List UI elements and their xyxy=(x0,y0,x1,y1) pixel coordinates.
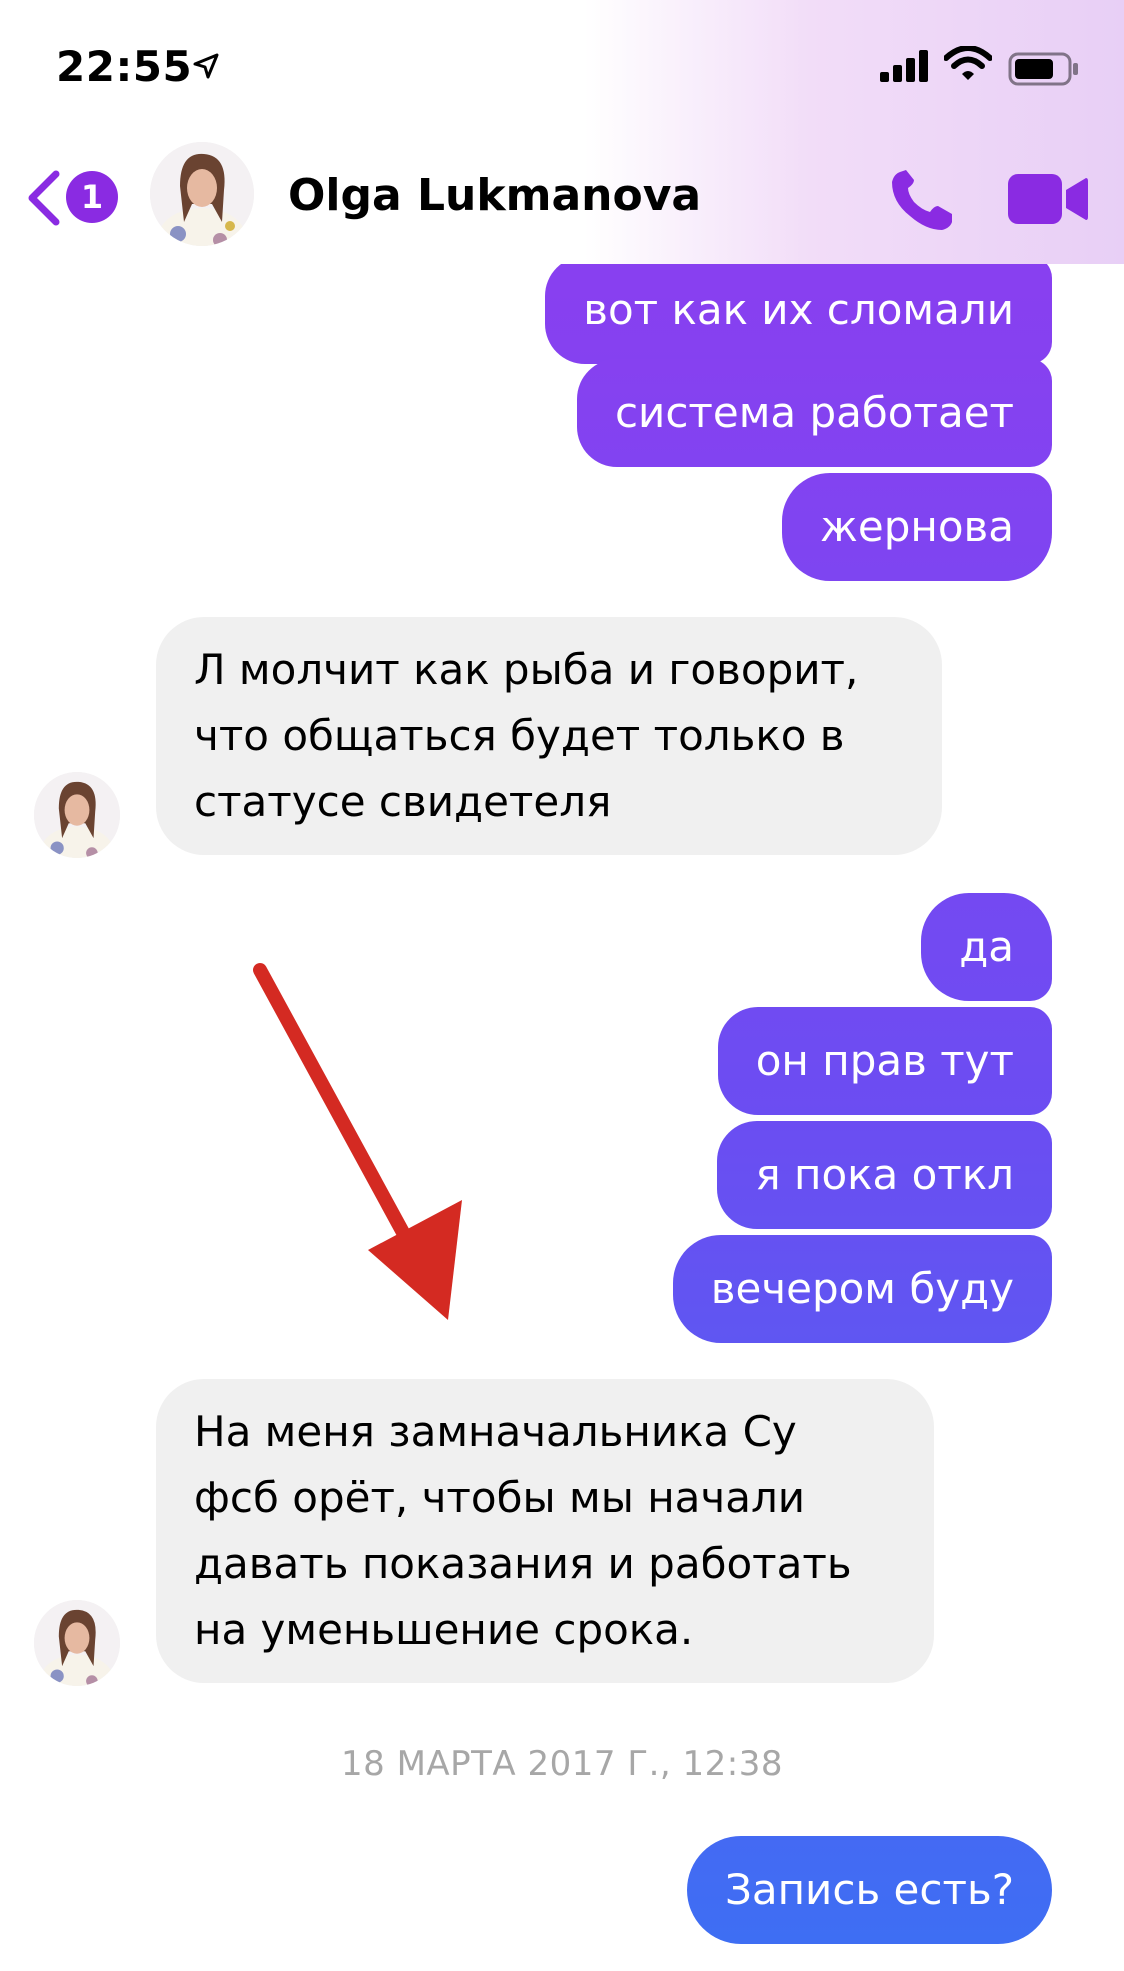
phone-icon[interactable] xyxy=(886,166,956,236)
annotation-arrow xyxy=(253,963,462,1320)
outgoing-message[interactable]: да xyxy=(921,893,1052,1001)
incoming-message[interactable]: На меня замначальника Су фсб орёт, чтобы… xyxy=(156,1379,934,1683)
date-separator: 18 МАРТА 2017 Г., 12:38 xyxy=(341,1744,783,1784)
contact-name[interactable]: Olga Lukmanova xyxy=(288,170,701,221)
top-bar: 22:55 1 Olga Lukmanova xyxy=(0,0,1124,264)
back-chevron-icon[interactable] xyxy=(26,170,62,226)
message-text: система работает xyxy=(614,388,1014,437)
message-text: Запись есть? xyxy=(724,1865,1014,1914)
message-line: Л молчит как рыба и говорит, xyxy=(194,645,859,694)
outgoing-message[interactable]: вечером буду xyxy=(672,1235,1052,1343)
outgoing-message[interactable]: жернова xyxy=(782,473,1052,581)
signal-icon xyxy=(880,50,928,82)
outgoing-message[interactable]: вот как их сломали xyxy=(545,256,1052,364)
message-text: он прав тут xyxy=(755,1036,1014,1085)
message-text: жернова xyxy=(820,502,1014,551)
message-text: вот как их сломали xyxy=(583,285,1014,334)
message-text: вечером буду xyxy=(710,1264,1014,1313)
outgoing-message[interactable]: система работает xyxy=(576,359,1052,467)
message-line: на уменьшение срока. xyxy=(194,1605,694,1654)
message-line: статусе свидетеля xyxy=(194,777,612,826)
message-line: фсб орёт, чтобы мы начали xyxy=(194,1473,806,1522)
message-line: давать показания и работать xyxy=(194,1539,852,1588)
battery-icon xyxy=(1008,52,1078,86)
message-text: я пока откл xyxy=(755,1150,1014,1199)
incoming-message[interactable]: Л молчит как рыба и говорит, что общатьс… xyxy=(156,617,942,855)
message-text: да xyxy=(959,922,1014,971)
outgoing-message[interactable]: он прав тут xyxy=(717,1007,1052,1115)
location-arrow-icon xyxy=(193,53,219,79)
wifi-icon xyxy=(944,46,992,80)
outgoing-message[interactable]: Запись есть? xyxy=(686,1836,1052,1944)
video-camera-icon[interactable] xyxy=(1008,172,1088,226)
sender-avatar[interactable] xyxy=(34,772,120,858)
status-time: 22:55 xyxy=(56,42,193,91)
sender-avatar[interactable] xyxy=(34,1600,120,1686)
unread-badge[interactable]: 1 xyxy=(66,171,118,223)
message-line: На меня замначальника Су xyxy=(194,1407,797,1456)
outgoing-message[interactable]: я пока откл xyxy=(717,1121,1052,1229)
contact-avatar[interactable] xyxy=(150,142,254,246)
message-line: что общаться будет только в xyxy=(194,711,845,760)
